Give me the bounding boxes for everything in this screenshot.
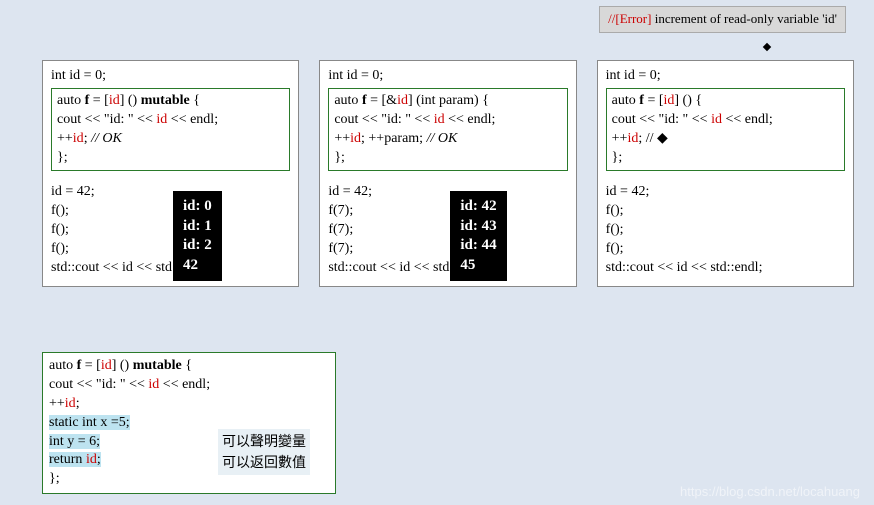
p1-lambda-box: auto f = [id] () mutable { cout << "id: … — [51, 88, 290, 172]
p2-after5: std::cout << id << std::endl; — [328, 259, 567, 278]
p3-after2: f(); — [606, 202, 845, 221]
p2-after3: f(7); — [328, 221, 567, 240]
error-text: increment of read-only variable 'id' — [651, 11, 837, 26]
p3-lambda-box: auto f = [id] () { cout << "id: " << id … — [606, 88, 845, 172]
p1-after5: std::cout << id << std::endl; — [51, 259, 290, 278]
watermark: https://blog.csdn.net/locahuang — [680, 484, 860, 499]
p3-after5: std::cout << id << std::endl; — [606, 259, 845, 278]
p2-after1: id = 42; — [328, 183, 567, 202]
p1-after2: f(); — [51, 202, 290, 221]
p3-after1: id = 42; — [606, 183, 845, 202]
p2-output: id: 42 id: 43 id: 44 45 — [450, 191, 506, 281]
p2-lambda-box: auto f = [&id] (int param) { cout << "id… — [328, 88, 567, 172]
panel-2: int id = 0; auto f = [&id] (int param) {… — [319, 60, 576, 287]
p3-line1: int id = 0; — [606, 67, 845, 86]
p3-after4: f(); — [606, 240, 845, 259]
p1-after4: f(); — [51, 240, 290, 259]
p1-line1: int id = 0; — [51, 67, 290, 86]
panel-1: int id = 0; auto f = [id] () mutable { c… — [42, 60, 299, 287]
p4-note: 可以聲明變量 可以返回數值 — [218, 429, 310, 475]
p1-after3: f(); — [51, 221, 290, 240]
panel-4: auto f = [id] () mutable { cout << "id: … — [42, 352, 336, 494]
p2-after4: f(7); — [328, 240, 567, 259]
panel-3: int id = 0; auto f = [id] () { cout << "… — [597, 60, 854, 287]
p3-after3: f(); — [606, 221, 845, 240]
p1-output: id: 0 id: 1 id: 2 42 — [173, 191, 222, 281]
p4-inty-line: int y = 6; — [49, 434, 100, 449]
p4-static-line: static int x =5; — [49, 415, 130, 430]
p1-after1: id = 42; — [51, 183, 290, 202]
error-note: //[Error] increment of read-only variabl… — [599, 6, 846, 33]
p2-line1: int id = 0; — [328, 67, 567, 86]
p2-after2: f(7); — [328, 202, 567, 221]
panel-row: int id = 0; auto f = [id] () mutable { c… — [0, 0, 874, 287]
error-prefix: //[Error] — [608, 11, 651, 26]
